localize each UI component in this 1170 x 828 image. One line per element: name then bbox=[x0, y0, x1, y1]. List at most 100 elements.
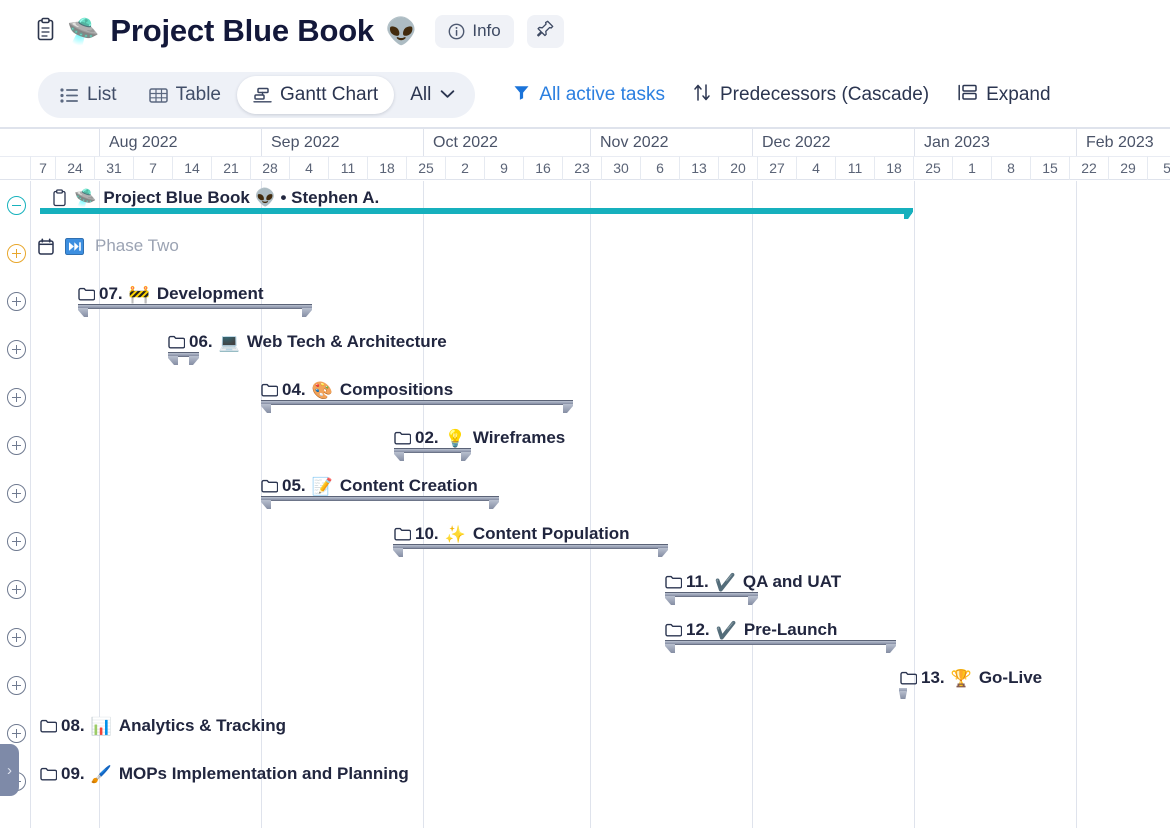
summary-bar[interactable] bbox=[78, 304, 312, 317]
task-label[interactable]: 07.🚧Development bbox=[78, 284, 264, 304]
timeline-day-cell: 28 bbox=[250, 156, 289, 180]
table-row[interactable]: Phase Two bbox=[0, 229, 1170, 277]
task-number: 07. bbox=[99, 284, 123, 304]
timeline-month-cell: Nov 2022 bbox=[590, 129, 752, 156]
timeline-day-cell: 5 bbox=[1147, 156, 1170, 180]
expand-toggle[interactable] bbox=[7, 676, 26, 695]
task-label[interactable]: 🛸 Project Blue Book 👽 • Stephen A. bbox=[52, 188, 379, 208]
toolbar-actions: All active tasks Predecessors (Cascade) … bbox=[499, 75, 1064, 115]
summary-bar[interactable] bbox=[665, 592, 758, 605]
task-emoji: 🎨 bbox=[312, 382, 333, 399]
expand-button[interactable]: Expand bbox=[943, 75, 1064, 115]
task-emoji: 💡 bbox=[445, 430, 466, 447]
pin-button[interactable] bbox=[527, 15, 564, 48]
clipboard-icon bbox=[36, 17, 55, 45]
expand-toggle[interactable] bbox=[7, 388, 26, 407]
timeline-day-cell: 16 bbox=[523, 156, 562, 180]
filter-icon bbox=[513, 84, 530, 106]
summary-bar[interactable] bbox=[665, 640, 896, 653]
filter-all-active-tasks-button[interactable]: All active tasks bbox=[499, 75, 679, 115]
expand-toggle[interactable] bbox=[7, 724, 26, 743]
timeline-months: Aug 2022Sep 2022Oct 2022Nov 2022Dec 2022… bbox=[0, 129, 1170, 156]
expand-toggle[interactable] bbox=[7, 436, 26, 455]
expand-toggle[interactable] bbox=[7, 292, 26, 311]
task-label[interactable]: 06.💻Web Tech & Architecture bbox=[168, 332, 447, 352]
milestone-marker[interactable] bbox=[899, 688, 907, 699]
tab-list[interactable]: List bbox=[44, 76, 133, 114]
table-row[interactable]: 07.🚧Development bbox=[0, 277, 1170, 325]
info-button[interactable]: Info bbox=[435, 15, 513, 48]
table-row[interactable]: 10.✨Content Population bbox=[0, 517, 1170, 565]
expand-toggle[interactable] bbox=[7, 340, 26, 359]
summary-bar[interactable] bbox=[261, 400, 573, 413]
timeline-day-cell: 22 bbox=[1069, 156, 1108, 180]
task-label[interactable]: 11.✔️QA and UAT bbox=[665, 572, 841, 592]
table-row[interactable]: 08.📊Analytics & Tracking bbox=[0, 709, 1170, 757]
tab-list-label: List bbox=[87, 84, 117, 106]
expand-toggle[interactable] bbox=[7, 580, 26, 599]
task-emoji: 🖌️ bbox=[91, 766, 112, 783]
task-label[interactable]: Phase Two bbox=[38, 236, 179, 256]
timeline-month-cell: Feb 2023 bbox=[1076, 129, 1170, 156]
expand-toggle[interactable] bbox=[7, 484, 26, 503]
task-label[interactable]: 05.📝Content Creation bbox=[261, 476, 478, 496]
tab-gantt-chart[interactable]: Gantt Chart bbox=[237, 76, 394, 114]
table-row[interactable]: 05.📝Content Creation bbox=[0, 469, 1170, 517]
expand-toggle[interactable] bbox=[7, 628, 26, 647]
task-label[interactable]: 09.🖌️MOPs Implementation and Planning bbox=[40, 764, 409, 784]
task-number: 02. bbox=[415, 428, 439, 448]
timeline-day-cell: 7 bbox=[133, 156, 172, 180]
sidebar-expand-handle[interactable]: › bbox=[0, 744, 19, 796]
list-icon bbox=[60, 87, 79, 104]
table-row[interactable]: 13.🏆Go-Live bbox=[0, 661, 1170, 709]
fastforward-icon bbox=[65, 238, 84, 255]
task-label[interactable]: 13.🏆Go-Live bbox=[900, 668, 1042, 688]
task-name: Project Blue Book 👽 • Stephen A. bbox=[103, 188, 379, 208]
task-label[interactable]: 04.🎨Compositions bbox=[261, 380, 453, 400]
ufo-emoji: 🛸 bbox=[67, 18, 99, 44]
scope-dropdown[interactable]: All bbox=[394, 84, 469, 106]
table-row[interactable]: 06.💻Web Tech & Architecture bbox=[0, 325, 1170, 373]
summary-bar[interactable] bbox=[261, 496, 499, 509]
task-number: 11. bbox=[686, 572, 709, 592]
tab-table[interactable]: Table bbox=[133, 76, 237, 114]
timeline-day-cell: 23 bbox=[562, 156, 601, 180]
timeline-day-cell: 6 bbox=[640, 156, 679, 180]
folder-icon bbox=[78, 287, 95, 301]
expand-label: Expand bbox=[986, 84, 1050, 106]
task-label[interactable]: 08.📊Analytics & Tracking bbox=[40, 716, 286, 736]
gantt-icon bbox=[253, 87, 272, 104]
clipboard-icon bbox=[52, 189, 67, 207]
table-row[interactable]: 11.✔️QA and UAT bbox=[0, 565, 1170, 613]
table-row[interactable]: 02.💡Wireframes bbox=[0, 421, 1170, 469]
table-row[interactable]: 09.🖌️MOPs Implementation and Planning bbox=[0, 757, 1170, 805]
chevron-right-icon: › bbox=[7, 763, 12, 778]
task-name: Analytics & Tracking bbox=[119, 716, 286, 736]
task-number: 05. bbox=[282, 476, 306, 496]
collapse-toggle[interactable] bbox=[7, 196, 26, 215]
task-emoji: 📊 bbox=[91, 718, 112, 735]
summary-bar[interactable] bbox=[393, 544, 668, 557]
predecessors-cascade-button[interactable]: Predecessors (Cascade) bbox=[679, 75, 943, 115]
task-name: Go-Live bbox=[979, 668, 1042, 688]
timeline-month-cell: Oct 2022 bbox=[423, 129, 590, 156]
info-icon bbox=[448, 23, 465, 40]
task-label[interactable]: 10.✨Content Population bbox=[394, 524, 630, 544]
summary-bar[interactable] bbox=[168, 352, 199, 365]
expand-toggle[interactable] bbox=[7, 532, 26, 551]
table-row[interactable]: 🛸 Project Blue Book 👽 • Stephen A. bbox=[0, 181, 1170, 229]
task-name: Development bbox=[157, 284, 264, 304]
table-row[interactable]: 12.✔️Pre-Launch bbox=[0, 613, 1170, 661]
task-emoji: ✔️ bbox=[716, 622, 737, 639]
task-label[interactable]: 12.✔️Pre-Launch bbox=[665, 620, 837, 640]
ufo-emoji: 🛸 bbox=[74, 189, 96, 207]
summary-bar[interactable] bbox=[394, 448, 471, 461]
timeline-day-cell: 15 bbox=[1030, 156, 1069, 180]
expand-toggle[interactable] bbox=[7, 244, 26, 263]
table-row[interactable]: 04.🎨Compositions bbox=[0, 373, 1170, 421]
task-name: QA and UAT bbox=[743, 572, 841, 592]
view-toolbar: List Table Gantt Chart All bbox=[0, 62, 1170, 128]
task-name: MOPs Implementation and Planning bbox=[119, 764, 409, 784]
project-bar[interactable] bbox=[40, 208, 912, 214]
task-label[interactable]: 02.💡Wireframes bbox=[394, 428, 565, 448]
